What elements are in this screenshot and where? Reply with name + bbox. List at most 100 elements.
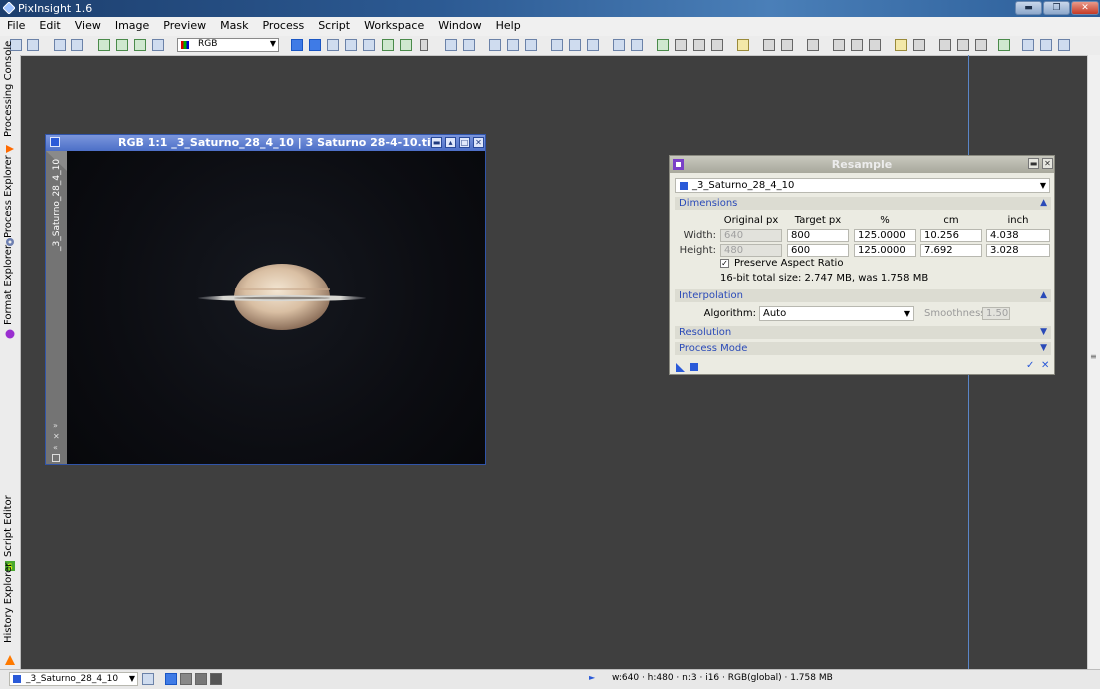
levels-icon[interactable] bbox=[913, 39, 925, 51]
minimize-icon[interactable]: ▴ bbox=[445, 137, 456, 148]
mask-invert-icon[interactable] bbox=[134, 39, 146, 51]
image-next-icon[interactable] bbox=[781, 39, 793, 51]
tab-process-explorer[interactable]: Process Explorer bbox=[0, 155, 20, 248]
new-preview-icon[interactable] bbox=[382, 39, 394, 51]
curves-icon[interactable] bbox=[895, 39, 907, 51]
menu-mask[interactable]: Mask bbox=[213, 17, 255, 36]
window-cascade-icon[interactable] bbox=[631, 39, 643, 51]
readout-icon[interactable] bbox=[657, 39, 669, 51]
apply-global-icon[interactable] bbox=[690, 363, 698, 371]
menu-workspace[interactable]: Workspace bbox=[357, 17, 431, 36]
expand-icon[interactable]: » bbox=[53, 421, 58, 430]
copy-icon[interactable] bbox=[693, 39, 705, 51]
zoom-in-icon[interactable] bbox=[445, 39, 457, 51]
collapse-icon[interactable]: « bbox=[53, 443, 58, 452]
zoom-fit-icon[interactable] bbox=[309, 39, 321, 51]
menu-window[interactable]: Window bbox=[431, 17, 488, 36]
mirror-icon[interactable] bbox=[869, 39, 881, 51]
pointer-icon[interactable] bbox=[420, 39, 428, 51]
mask-show-icon[interactable] bbox=[98, 39, 110, 51]
algorithm-select[interactable]: Auto ▼ bbox=[759, 306, 914, 321]
zoom-2to1-icon[interactable] bbox=[363, 39, 375, 51]
image-canvas[interactable] bbox=[67, 151, 485, 464]
highlight-icon[interactable] bbox=[737, 39, 749, 51]
zoom-preset-2-icon[interactable] bbox=[180, 673, 192, 685]
image-window[interactable]: RGB 1:1 _3_Saturno_28_4_10 | 3 Saturno 2… bbox=[45, 134, 486, 465]
menu-image[interactable]: Image bbox=[108, 17, 156, 36]
width-percent-field[interactable]: 125.0000 bbox=[854, 229, 916, 242]
close-small-icon[interactable]: ✕ bbox=[53, 432, 60, 441]
window-tile-icon[interactable] bbox=[613, 39, 625, 51]
image-prev-icon[interactable] bbox=[763, 39, 775, 51]
paste-icon[interactable] bbox=[711, 39, 723, 51]
tool-b-icon[interactable] bbox=[957, 39, 969, 51]
flip-icon[interactable] bbox=[851, 39, 863, 51]
menu-edit[interactable]: Edit bbox=[32, 17, 67, 36]
height-cm-field[interactable]: 7.692 bbox=[920, 244, 982, 257]
stf-icon[interactable] bbox=[489, 39, 501, 51]
stf-auto-icon[interactable] bbox=[507, 39, 519, 51]
channel-r-icon[interactable] bbox=[1022, 39, 1034, 51]
close-icon[interactable]: ✕ bbox=[1042, 158, 1053, 169]
menu-script[interactable]: Script bbox=[311, 17, 357, 36]
tab-history-explorer[interactable]: History Explorer bbox=[0, 563, 20, 669]
height-target-field[interactable]: 600 bbox=[787, 244, 849, 257]
mask-icon[interactable] bbox=[152, 39, 164, 51]
zoom-preset-4-icon[interactable] bbox=[210, 673, 222, 685]
rotate-icon[interactable] bbox=[833, 39, 845, 51]
close-icon[interactable]: ✕ bbox=[473, 137, 484, 148]
zoom-1to1-icon[interactable] bbox=[345, 39, 357, 51]
menu-help[interactable]: Help bbox=[489, 17, 528, 36]
duplicate-icon[interactable] bbox=[71, 39, 83, 51]
grid-icon[interactable] bbox=[52, 454, 60, 462]
shade-icon[interactable]: ▬ bbox=[431, 137, 442, 148]
select-none-icon[interactable] bbox=[569, 39, 581, 51]
tool-a-icon[interactable] bbox=[939, 39, 951, 51]
menu-view[interactable]: View bbox=[68, 17, 108, 36]
vertical-scrollbar[interactable]: ≡ bbox=[1087, 55, 1100, 669]
active-view-select[interactable]: _3_Saturno_28_4_10 ▼ bbox=[9, 672, 138, 686]
minimize-button[interactable]: ▬ bbox=[1015, 1, 1042, 15]
move-icon[interactable] bbox=[291, 39, 303, 51]
section-dimensions[interactable]: Dimensions ▲ bbox=[675, 197, 1051, 210]
section-process-mode[interactable]: Process Mode ▼ bbox=[675, 342, 1051, 355]
menu-file[interactable]: File bbox=[0, 17, 32, 36]
close-button[interactable]: ✕ bbox=[1071, 1, 1099, 15]
tool-c-icon[interactable] bbox=[975, 39, 987, 51]
channel-b-icon[interactable] bbox=[1058, 39, 1070, 51]
play-icon[interactable]: ► bbox=[589, 673, 595, 682]
color-icon[interactable] bbox=[998, 39, 1010, 51]
width-inch-field[interactable]: 4.038 bbox=[986, 229, 1050, 242]
maximize-button[interactable]: ❐ bbox=[1043, 1, 1070, 15]
mask-enable-icon[interactable] bbox=[116, 39, 128, 51]
new-image-icon[interactable] bbox=[54, 39, 66, 51]
image-window-header[interactable]: RGB 1:1 _3_Saturno_28_4_10 | 3 Saturno 2… bbox=[46, 135, 485, 151]
zoom-out-icon[interactable] bbox=[463, 39, 475, 51]
document-icon[interactable] bbox=[142, 673, 154, 685]
section-resolution[interactable]: Resolution ▼ bbox=[675, 326, 1051, 339]
zoom-preset-3-icon[interactable] bbox=[195, 673, 207, 685]
tab-processing-console[interactable]: Processing Console bbox=[0, 41, 20, 155]
bookmark-icon[interactable] bbox=[807, 39, 819, 51]
apply-icon[interactable]: ✓ bbox=[1026, 360, 1034, 371]
view-select[interactable]: _3_Saturno_28_4_10 ▼ bbox=[675, 178, 1050, 193]
crop-icon[interactable] bbox=[587, 39, 599, 51]
height-inch-field[interactable]: 3.028 bbox=[986, 244, 1050, 257]
scroll-grip-icon[interactable]: ≡ bbox=[1090, 352, 1097, 361]
fit-window-icon[interactable] bbox=[327, 39, 339, 51]
resample-header[interactable]: Resample ▬ ✕ bbox=[670, 156, 1054, 173]
menu-preview[interactable]: Preview bbox=[156, 17, 213, 36]
channel-g-icon[interactable] bbox=[1040, 39, 1052, 51]
preserve-aspect-checkbox[interactable]: ✓ bbox=[720, 259, 729, 268]
channel-select[interactable]: RGB ▼ bbox=[177, 38, 279, 52]
history-icon[interactable] bbox=[675, 39, 687, 51]
tab-format-explorer[interactable]: Format Explorer bbox=[0, 245, 20, 345]
section-interpolation[interactable]: Interpolation ▲ bbox=[675, 289, 1051, 302]
width-target-field[interactable]: 800 bbox=[787, 229, 849, 242]
select-all-icon[interactable] bbox=[551, 39, 563, 51]
new-instance-icon[interactable] bbox=[676, 363, 685, 372]
maximize-icon[interactable]: □ bbox=[459, 137, 470, 148]
resample-dialog[interactable]: Resample ▬ ✕ _3_Saturno_28_4_10 ▼ Dimens… bbox=[669, 155, 1055, 375]
shade-icon[interactable]: ▬ bbox=[1028, 158, 1039, 169]
stf-reset-icon[interactable] bbox=[525, 39, 537, 51]
